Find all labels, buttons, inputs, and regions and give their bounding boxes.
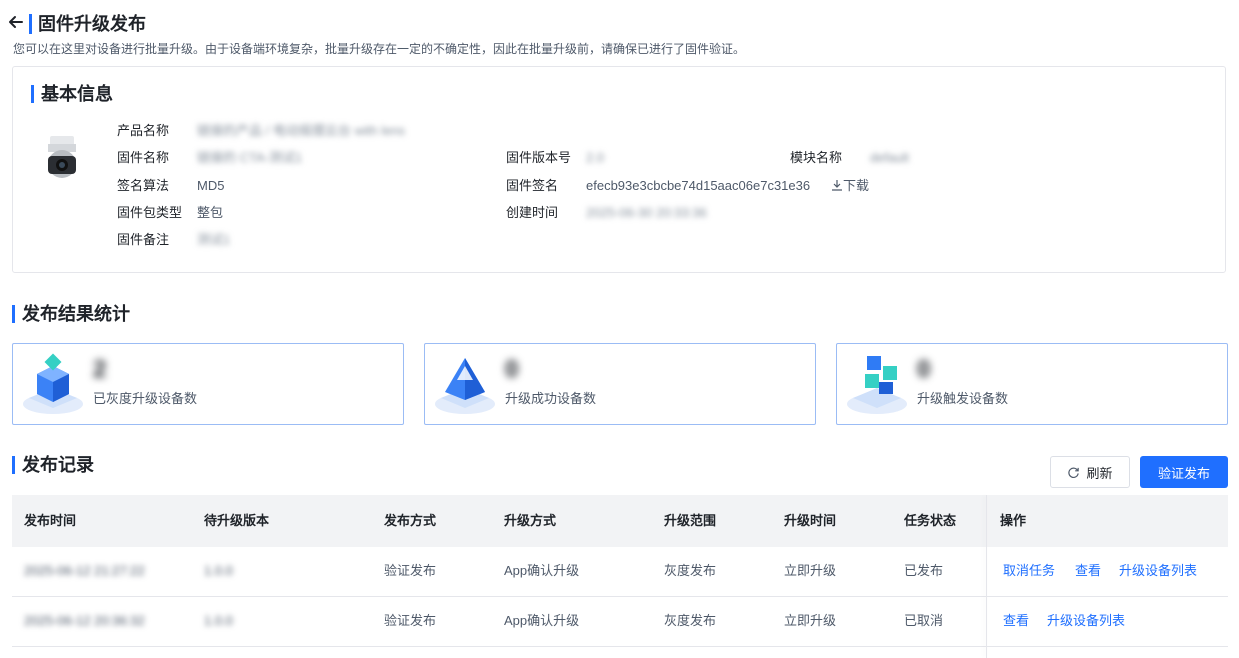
section-accent-bar [12,456,15,474]
view-link[interactable]: 查看 [1003,597,1029,645]
cell-upgrade-mode: App确认升级 [504,613,580,628]
records-title: 发布记录 [22,455,94,475]
stat-value: 0 [917,356,931,383]
title-accent-bar [29,14,32,34]
cube-stack-icon [23,353,83,414]
firmware-signature-label: 固件签名 [506,178,559,193]
cell-method: 验证发布 [384,563,437,578]
cell-version: 1.0.0 [204,613,233,628]
product-name-label: 产品名称 [117,123,170,138]
column-header: 操作 [1000,513,1027,528]
signature-algo-label: 签名算法 [117,178,170,193]
remark-value: 测试1 [197,232,231,247]
cell-scope: 灰度发布 [664,563,717,578]
created-time-value: 2025-06-30 20:33:36 [586,205,707,220]
firmware-name-value: 链接的 CTA-测试1 [197,150,303,165]
column-header: 升级方式 [504,513,557,528]
stats-title: 发布结果统计 [22,304,130,324]
created-time-label: 创建时间 [506,205,559,220]
cell-method: 验证发布 [384,613,437,628]
product-camera-image [48,136,76,178]
cell-publish-time: 2025-06-12 20:36:32 [24,613,145,628]
firmware-version-value: 2.0 [586,150,605,165]
pyramid-icon [435,358,495,414]
package-type-label: 固件包类型 [117,205,183,220]
firmware-version-label: 固件版本号 [506,150,572,165]
column-header: 发布时间 [24,513,77,528]
stat-card-upgrade-success: 0 升级成功设备数 [424,343,816,425]
cell-status: 已发布 [904,563,944,578]
package-type-value: 整包 [197,205,224,220]
refresh-button[interactable]: 刷新 [1050,456,1130,488]
verify-publish-button[interactable]: 验证发布 [1140,456,1228,488]
column-header: 升级范围 [664,513,717,528]
cell-upgrade-mode: App确认升级 [504,563,580,578]
firmware-signature-value: efecb93e3cbcbe74d15aac06e7c31e36 [586,178,811,193]
download-icon [832,180,842,191]
page-title: 固件升级发布 [38,14,146,34]
cell-upgrade-time: 立即升级 [784,563,837,578]
stat-card-gray-upgraded: 2 已灰度升级设备数 [12,343,404,425]
view-link[interactable]: 查看 [1075,547,1101,595]
module-name-label: 模块名称 [790,150,843,165]
column-header: 升级时间 [784,513,837,528]
cell-publish-time: 2025-06-12 21:27:22 [24,563,145,578]
column-header: 待升级版本 [204,513,270,528]
stat-label: 升级成功设备数 [505,391,597,406]
fixed-column-divider [986,495,987,658]
column-header: 任务状态 [904,513,957,528]
stat-value: 0 [505,356,519,383]
cell-scope: 灰度发布 [664,613,717,628]
stat-card-upgrade-triggered: 0 升级触发设备数 [836,343,1228,425]
cell-version: 1.0.0 [204,563,233,578]
download-label: 下载 [843,178,870,193]
cell-upgrade-time: 立即升级 [784,613,837,628]
basic-info-title: 基本信息 [41,84,113,104]
table-header: 发布时间 待升级版本 发布方式 升级方式 升级范围 升级时间 任务状态 操作 [12,495,1228,547]
product-name-value: 链接的产品 / 电动摇摆云台 with lens [197,123,406,138]
device-list-link[interactable]: 升级设备列表 [1119,547,1197,595]
remark-label: 固件备注 [117,232,170,247]
device-list-link[interactable]: 升级设备列表 [1047,597,1125,645]
module-name-value: default [870,150,910,165]
stat-label: 升级触发设备数 [917,391,1009,406]
column-header: 发布方式 [384,513,437,528]
basic-info-card [12,66,1226,273]
stat-value: 2 [93,356,107,383]
section-accent-bar [31,85,34,103]
page-description: 您可以在这里对设备进行批量升级。由于设备端环境复杂，批量升级存在一定的不确定性，… [13,42,746,56]
table-row: 2025-06-12 20:36:32 1.0.0 验证发布 App确认升级 灰… [12,597,1228,647]
back-arrow-icon[interactable] [6,12,26,32]
cell-status: 已取消 [904,613,944,628]
download-link[interactable]: 下载 [831,177,869,195]
firmware-name-label: 固件名称 [117,150,170,165]
blocks-icon [847,356,907,414]
refresh-label: 刷新 [1086,465,1113,481]
refresh-icon [1068,467,1080,478]
section-accent-bar [12,305,15,323]
table-row: 2025-06-12 21:27:22 1.0.0 验证发布 App确认升级 灰… [12,547,1228,597]
cancel-task-link[interactable]: 取消任务 [1003,547,1055,595]
stat-label: 已灰度升级设备数 [93,391,198,406]
signature-algo-value: MD5 [197,178,225,193]
